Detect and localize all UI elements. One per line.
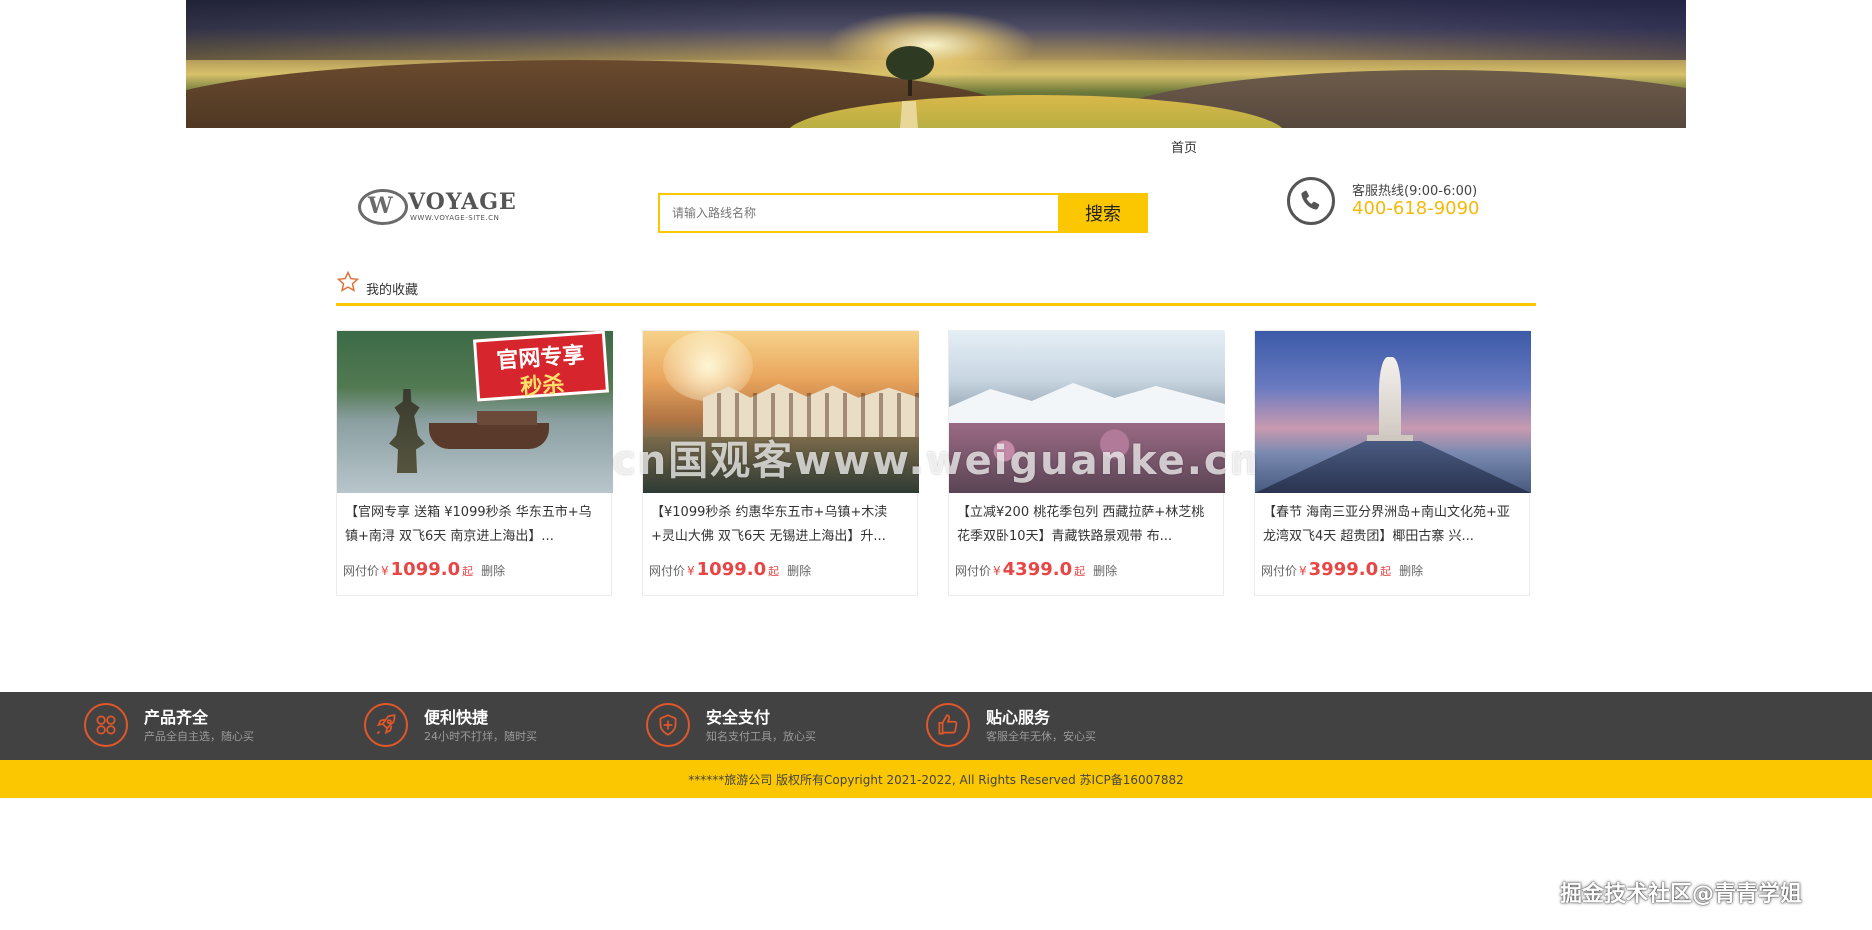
price-row: 网付价 ¥ 1099.0 起 删除 — [337, 551, 611, 580]
price-label: 网付价 — [649, 564, 686, 578]
tour-title[interactable]: 【立减¥200 桃花季包列 西藏拉萨+林芝桃花季双卧10天】青藏铁路景观带 布.… — [949, 493, 1223, 551]
search-button[interactable]: 搜索 — [1058, 193, 1148, 233]
star-icon — [336, 270, 360, 292]
favorite-card[interactable]: 【春节 海南三亚分界洲岛+南山文化苑+亚龙湾双飞4天 超贵团】椰田古寨 兴...… — [1254, 330, 1531, 596]
footer-copyright: ******旅游公司 版权所有Copyright 2021-2022, All … — [0, 760, 1872, 798]
site-logo[interactable]: W VOYAGE WWW.VOYAGE-SITE.CN — [358, 186, 517, 228]
tour-image[interactable] — [949, 331, 1225, 493]
currency-symbol: ¥ — [381, 564, 389, 578]
price-row: 网付价 ¥ 3999.0 起 删除 — [1255, 551, 1529, 580]
tour-title[interactable]: 【春节 海南三亚分界洲岛+南山文化苑+亚龙湾双飞4天 超贵团】椰田古寨 兴... — [1255, 493, 1529, 551]
currency-symbol: ¥ — [687, 564, 695, 578]
phone-icon — [1287, 177, 1335, 225]
logo-brand-text: VOYAGE — [408, 189, 517, 215]
rocket-icon — [364, 703, 408, 747]
source-credit-watermark: 掘金技术社区@青青学姐 — [1560, 882, 1803, 907]
hotline-label: 客服热线(9:00-6:00) — [1352, 184, 1478, 199]
feature-title: 产品齐全 — [144, 708, 209, 727]
tour-image[interactable] — [643, 331, 919, 493]
price-amount: 1099.0 — [390, 559, 461, 580]
nav-home-link[interactable]: 首页 — [1171, 137, 1197, 156]
tour-title[interactable]: 【官网专享 送箱 ¥1099秒杀 华东五市+乌镇+南浔 双飞6天 南京进上海出】… — [337, 493, 611, 551]
delete-link[interactable]: 删除 — [481, 562, 505, 579]
shield-icon — [646, 703, 690, 747]
favorites-header: 我的收藏 — [336, 268, 1536, 306]
feature-subtitle: 24小时不打烊，随时买 — [424, 730, 537, 743]
price-label: 网付价 — [1261, 564, 1298, 578]
delete-link[interactable]: 删除 — [1093, 562, 1117, 579]
currency-symbol: ¥ — [993, 564, 1001, 578]
page: 首页 W VOYAGE WWW.VOYAGE-SITE.CN 搜索 客服热线(9… — [0, 0, 1872, 930]
price-label: 网付价 — [955, 564, 992, 578]
promo-badge: 官网专享 秒杀 — [472, 331, 610, 402]
header-banner-image — [186, 0, 1686, 128]
search-bar: 搜索 — [658, 193, 1148, 233]
grid-icon — [84, 703, 128, 747]
price-label: 网付价 — [343, 564, 380, 578]
feature-subtitle: 产品全自主选，随心买 — [144, 730, 254, 743]
logo-url-text: WWW.VOYAGE-SITE.CN — [410, 214, 500, 222]
thumbs-up-icon — [926, 703, 970, 747]
price-amount: 4399.0 — [1002, 559, 1073, 580]
delete-link[interactable]: 删除 — [787, 562, 811, 579]
favorite-card[interactable]: 【立减¥200 桃花季包列 西藏拉萨+林芝桃花季双卧10天】青藏铁路景观带 布.… — [948, 330, 1225, 596]
price-row: 网付价 ¥ 4399.0 起 删除 — [949, 551, 1223, 580]
favorite-card[interactable]: 官网专享 秒杀 【官网专享 送箱 ¥1099秒杀 华东五市+乌镇+南浔 双飞6天… — [336, 330, 613, 596]
favorites-list: 官网专享 秒杀 【官网专享 送箱 ¥1099秒杀 华东五市+乌镇+南浔 双飞6天… — [336, 330, 1536, 596]
footer-features: 产品齐全 产品全自主选，随心买 便利快捷 24小时不打烊，随时买 安全支付 知名… — [0, 692, 1872, 760]
price-amount: 1099.0 — [696, 559, 767, 580]
feature-title: 安全支付 — [706, 708, 771, 727]
price-amount: 3999.0 — [1308, 559, 1379, 580]
logo-w-glyph: W — [368, 193, 393, 219]
tour-image[interactable] — [1255, 331, 1531, 493]
feature-title: 贴心服务 — [986, 708, 1051, 727]
currency-symbol: ¥ — [1299, 564, 1307, 578]
hotline-number: 400-618-9090 — [1352, 198, 1480, 219]
price-suffix: 起 — [462, 565, 474, 578]
tour-title[interactable]: 【¥1099秒杀 约惠华东五市+乌镇+木渎+灵山大佛 双飞6天 无锡进上海出】升… — [643, 493, 917, 551]
feature-title: 便利快捷 — [424, 708, 489, 727]
delete-link[interactable]: 删除 — [1399, 562, 1423, 579]
favorites-title: 我的收藏 — [366, 283, 419, 298]
tour-image[interactable]: 官网专享 秒杀 — [337, 331, 613, 493]
price-row: 网付价 ¥ 1099.0 起 删除 — [643, 551, 917, 580]
price-suffix: 起 — [1380, 565, 1392, 578]
price-suffix: 起 — [768, 565, 780, 578]
price-suffix: 起 — [1074, 565, 1086, 578]
feature-subtitle: 客服全年无休，安心买 — [986, 730, 1096, 743]
route-search-input[interactable] — [658, 193, 1058, 233]
feature-subtitle: 知名支付工具，放心买 — [706, 730, 816, 743]
favorite-card[interactable]: 【¥1099秒杀 约惠华东五市+乌镇+木渎+灵山大佛 双飞6天 无锡进上海出】升… — [642, 330, 919, 596]
